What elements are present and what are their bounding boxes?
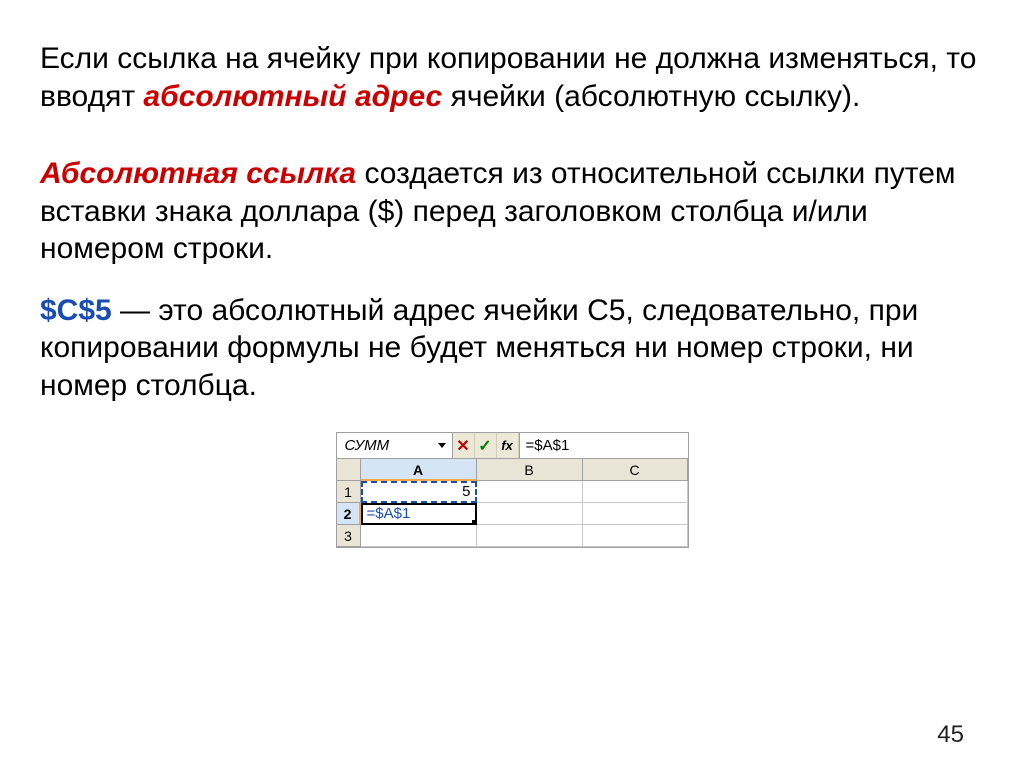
cell-c1[interactable] <box>583 481 688 503</box>
cell-a2-value: =$A$1 <box>367 505 411 522</box>
name-box-value: СУММ <box>345 437 390 454</box>
cancel-button[interactable]: ✕ <box>453 433 475 458</box>
fx-button[interactable]: fx <box>497 433 519 458</box>
check-icon: ✓ <box>478 436 491 456</box>
col-header-c[interactable]: C <box>583 459 688 481</box>
cell-c3[interactable] <box>583 525 688 547</box>
col-header-a[interactable]: A <box>361 459 477 481</box>
page-number: 45 <box>937 721 964 749</box>
cell-c2[interactable] <box>583 503 688 525</box>
spreadsheet-grid: A B C 1 5 2 =$A$1 3 <box>337 459 688 547</box>
row-header-2[interactable]: 2 <box>337 503 361 525</box>
formula-value: =$A$1 <box>526 437 570 454</box>
excel-screenshot: СУММ ✕ ✓ fx =$A$1 A B C 1 5 2 =$A$1 <box>336 432 689 548</box>
cell-a1[interactable]: 5 <box>361 481 477 503</box>
cell-b3[interactable] <box>477 525 583 547</box>
row-header-1[interactable]: 1 <box>337 481 361 503</box>
p2-emphasis: Абсолютная ссылка <box>40 157 356 190</box>
select-all-corner[interactable] <box>337 459 361 481</box>
close-icon: ✕ <box>456 436 469 456</box>
name-box[interactable]: СУММ <box>337 433 453 458</box>
cell-a1-value: 5 <box>462 483 470 500</box>
row-header-3[interactable]: 3 <box>337 525 361 547</box>
chevron-down-icon <box>438 443 446 448</box>
formula-bar: СУММ ✕ ✓ fx =$A$1 <box>337 433 688 459</box>
enter-button[interactable]: ✓ <box>475 433 497 458</box>
cell-b2[interactable] <box>477 503 583 525</box>
cell-a3[interactable] <box>361 525 477 547</box>
p3-code: $C$5 <box>40 294 112 327</box>
paragraph-1: Если ссылка на ячейку при копировании не… <box>40 40 984 115</box>
cell-b1[interactable] <box>477 481 583 503</box>
fx-icon: fx <box>501 438 513 453</box>
p1-emphasis: абсолютный адрес <box>143 80 442 113</box>
col-header-b[interactable]: B <box>477 459 583 481</box>
cell-a2[interactable]: =$A$1 <box>361 503 477 525</box>
p1-text-2: ячейки (абсолютную ссылку). <box>442 80 860 113</box>
formula-input[interactable]: =$A$1 <box>519 433 688 458</box>
paragraph-3: $C$5 — это абсолютный адрес ячейки С5, с… <box>40 292 984 405</box>
paragraph-2: Абсолютная ссылка создается из относител… <box>40 155 984 268</box>
p3-text-1: — это абсолютный адрес ячейки С5, следов… <box>40 294 918 402</box>
